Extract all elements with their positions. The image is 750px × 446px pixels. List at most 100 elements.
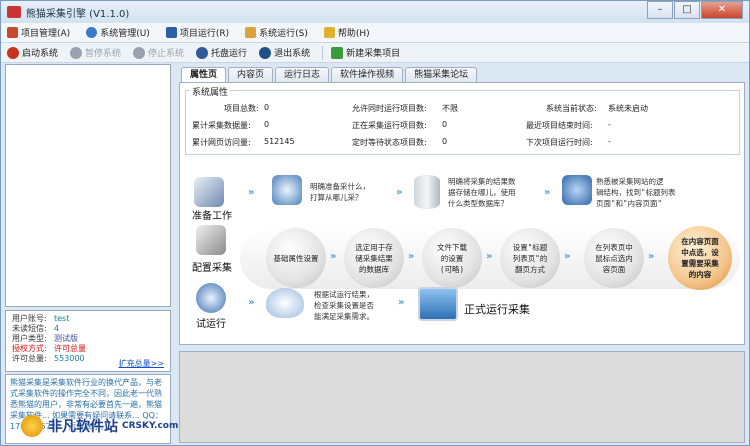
pen-icon xyxy=(194,177,224,207)
system-run-icon xyxy=(245,27,257,38)
power-icon xyxy=(259,46,272,59)
data-value: 0 xyxy=(264,120,270,129)
arrow-icon: » xyxy=(486,251,493,262)
maximize-button[interactable]: □ xyxy=(674,1,700,19)
new-project-button[interactable]: 新建采集项目 xyxy=(331,46,400,59)
arrow-icon: » xyxy=(564,251,571,262)
user-info-panel: 用户账号: test 未读短信: 4 用户类型: 测试版 授权方式: 许可总量 许可总量… xyxy=(5,310,171,372)
pause-button[interactable]: 暂停系统 xyxy=(70,46,121,59)
last-end-value: - xyxy=(608,120,611,129)
stop-icon xyxy=(133,46,146,59)
menu-project-run[interactable]: 项目运行(R) xyxy=(165,26,229,39)
step-paging: 设置"标题 列表页"的 翻页方式 xyxy=(500,228,560,288)
total-label: 项目总数: xyxy=(224,104,259,113)
waiting-value: 0 xyxy=(442,137,448,146)
run-label: 正式运行采集 xyxy=(464,303,530,316)
tab-log[interactable]: 运行日志 xyxy=(275,67,330,82)
next-run-value: - xyxy=(608,137,611,146)
tray-icon xyxy=(196,46,209,59)
gear-icon xyxy=(86,27,98,38)
new-project-icon xyxy=(331,46,344,59)
magnifier-icon xyxy=(272,175,302,205)
project-tree[interactable] xyxy=(5,64,171,307)
app-icon xyxy=(7,6,21,18)
running-label: 正在采集运行项目数: xyxy=(352,121,427,130)
minimize-button[interactable]: – xyxy=(647,1,673,19)
next-run-label: 下次项目运行时间: xyxy=(526,138,593,147)
waiting-label: 定时等待状态项目数: xyxy=(352,138,427,147)
log-area xyxy=(179,351,745,443)
sitemap-icon xyxy=(562,175,592,205)
license-value: 553000 xyxy=(54,354,85,363)
arrow-icon: » xyxy=(396,187,403,198)
user-type-label: 用户类型: xyxy=(12,334,47,343)
user-type-value: 测试版 xyxy=(54,334,78,343)
arrow-icon: » xyxy=(248,297,255,308)
concurrent-value: 不限 xyxy=(442,104,458,113)
account-label: 用户账号: xyxy=(12,314,47,323)
cubes-icon xyxy=(196,225,226,255)
arrow-icon: » xyxy=(648,251,655,262)
exit-button[interactable]: 退出系统 xyxy=(259,46,310,59)
project-icon xyxy=(7,27,18,38)
menu-system[interactable]: 系统管理(U) xyxy=(86,26,150,39)
stop-button[interactable]: 停止系统 xyxy=(133,46,184,59)
test-label: 试运行 xyxy=(196,319,226,330)
monitor-icon xyxy=(418,287,458,321)
step-download: 文件下载 的设置 (可略) xyxy=(422,228,482,288)
coffee-cup-icon xyxy=(266,288,304,318)
visits-value: 512145 xyxy=(264,137,295,146)
toolbar: 启动系统 暂停系统 停止系统 托盘运行 退出系统 新建采集项目 xyxy=(1,43,749,63)
config-label: 配置采集 xyxy=(192,263,232,274)
system-properties-box: 系统属性 项目总数: 0 允许同时运行项目数: 不限 系统当前状态: 系统未启动… xyxy=(185,85,740,155)
watermark-cn: 非凡软件站 xyxy=(48,419,118,435)
state-label: 系统当前状态: xyxy=(546,104,597,113)
arrow-icon: » xyxy=(248,187,255,198)
data-label: 累计采集数据量: xyxy=(192,121,251,130)
tab-video[interactable]: 软件操作视频 xyxy=(331,67,404,82)
menu-project[interactable]: 项目管理(A) xyxy=(7,26,70,39)
properties-page: 系统属性 项目总数: 0 允许同时运行项目数: 不限 系统当前状态: 系统未启动… xyxy=(179,82,745,345)
auth-label: 授权方式: xyxy=(12,344,47,353)
crsky-logo-icon xyxy=(21,415,43,437)
start-button[interactable]: 启动系统 xyxy=(7,46,58,59)
toolbar-separator xyxy=(322,45,324,60)
menu-help[interactable]: 帮助(H) xyxy=(323,26,370,39)
prep-desc-1: 明确准备采什么， 打算从哪儿采？ xyxy=(310,182,370,202)
menu-system-run[interactable]: 系统运行(S) xyxy=(245,26,308,39)
license-label: 许可总量: xyxy=(12,354,47,363)
step-basic-settings: 基础属性设置 xyxy=(266,228,326,288)
close-button[interactable]: ✕ xyxy=(701,1,743,19)
title-bar: 熊猫采集引擎 (V1.1.0) – □ ✕ xyxy=(1,1,749,23)
last-end-label: 最近项目结束时间: xyxy=(526,121,593,130)
tab-forum[interactable]: 熊猫采集论坛 xyxy=(405,67,478,82)
database-icon xyxy=(414,175,440,209)
visits-label: 累计网页访问量: xyxy=(192,138,251,147)
concurrent-label: 允许同时运行项目数: xyxy=(352,104,427,113)
start-icon xyxy=(7,46,19,59)
unread-value: 4 xyxy=(54,324,60,333)
expand-link[interactable]: 扩充总量>> xyxy=(119,359,164,369)
gear-run-icon xyxy=(196,283,226,313)
help-icon xyxy=(323,27,335,38)
prep-desc-2: 明确将采集的结果数 据存储在哪儿，使用 什么类型数据库？ xyxy=(448,177,516,208)
unread-label: 未读短信: xyxy=(12,324,47,333)
pause-icon xyxy=(70,46,83,59)
tab-strip: 属性页 内容页 运行日志 软件操作视频 熊猫采集论坛 xyxy=(181,67,479,83)
menu-bar: 项目管理(A) 系统管理(U) 项目运行(R) 系统运行(S) 帮助(H) xyxy=(1,23,749,43)
auth-value: 许可总量 xyxy=(54,344,86,353)
run-icon xyxy=(165,27,177,38)
watermark-en: CRSKY.com xyxy=(122,421,179,431)
main-window: 熊猫采集引擎 (V1.1.0) – □ ✕ 项目管理(A) 系统管理(U) 项目… xyxy=(0,0,750,446)
step-select-fields: 在内容页面 中点选，设 置需要采集 的内容 xyxy=(668,226,732,290)
step-database: 选定用于存 储采集结果 的数据库 xyxy=(344,228,404,288)
tray-button[interactable]: 托盘运行 xyxy=(196,46,247,59)
arrow-icon: » xyxy=(330,251,337,262)
tab-properties[interactable]: 属性页 xyxy=(181,67,227,83)
state-value: 系统未启动 xyxy=(608,104,648,113)
test-desc: 根据试运行结果， 检查采集设置是否 能满足采集需求。 xyxy=(314,290,374,321)
total-value: 0 xyxy=(264,103,270,112)
tab-content[interactable]: 内容页 xyxy=(228,67,274,82)
step-pick-content: 在列表页中 鼠标点选内 容页面 xyxy=(584,228,644,288)
arrow-icon: » xyxy=(544,187,551,198)
